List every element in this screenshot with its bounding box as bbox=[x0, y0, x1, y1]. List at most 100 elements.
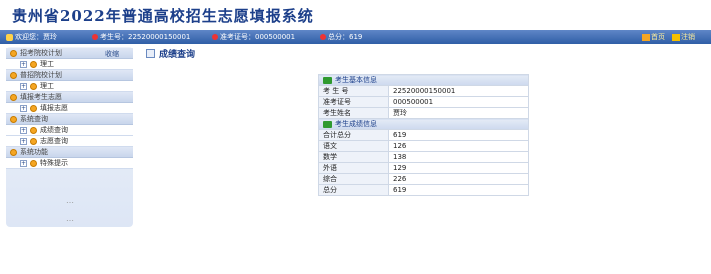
welcome-text: 欢迎您：贾玲 bbox=[15, 33, 57, 41]
row-value: 226 bbox=[388, 173, 529, 185]
row-value: 22520000150001 bbox=[388, 85, 529, 97]
scroll-handle[interactable]: … bbox=[66, 196, 74, 205]
table-row: 准考证号 000500001 bbox=[318, 96, 529, 108]
circle-icon bbox=[30, 82, 37, 90]
circle-icon bbox=[30, 126, 37, 134]
sidebar-group[interactable]: 系统查询 bbox=[6, 114, 133, 125]
circle-icon bbox=[10, 115, 17, 123]
circle-icon bbox=[10, 49, 17, 57]
sidebar-item[interactable]: + 理工 bbox=[6, 59, 133, 70]
section-title: 考生基本信息 bbox=[335, 76, 377, 84]
sidebar-item[interactable]: + 特殊提示 bbox=[6, 158, 133, 169]
row-value: 619 bbox=[388, 129, 529, 141]
score-table: 考生基本信息 考 生 号 22520000150001 准考证号 0005000… bbox=[318, 74, 529, 196]
sidebar-group-label: 填报考生志愿 bbox=[20, 93, 62, 101]
table-section-header: 考生基本信息 bbox=[318, 74, 529, 86]
row-value: 贾玲 bbox=[388, 107, 529, 119]
sidebar-group-label: 系统功能 bbox=[20, 148, 48, 156]
collapse-button[interactable]: 收缩 bbox=[105, 49, 119, 59]
sidebar-item-label: 理工 bbox=[40, 60, 54, 68]
score-label: 总分： bbox=[328, 33, 349, 41]
score-value: 619 bbox=[349, 33, 363, 41]
sidebar-item[interactable]: + 成绩查询 bbox=[6, 125, 133, 136]
circle-icon bbox=[10, 71, 17, 79]
circle-icon bbox=[30, 104, 37, 112]
circle-icon bbox=[10, 93, 17, 101]
section-arrow-icon bbox=[323, 120, 332, 128]
sidebar-item[interactable]: + 填报志愿 bbox=[6, 103, 133, 114]
table-row: 总分 619 bbox=[318, 184, 529, 196]
circle-icon bbox=[10, 148, 17, 156]
row-label: 数学 bbox=[318, 151, 389, 163]
exam-no-item: 考生号： 22520000150001 bbox=[92, 30, 190, 44]
user-icon bbox=[212, 34, 218, 40]
sidebar-group[interactable]: 填报考生志愿 bbox=[6, 92, 133, 103]
plus-icon: + bbox=[20, 82, 27, 90]
welcome-item: 欢迎您：贾玲 bbox=[6, 30, 57, 44]
bell-icon bbox=[6, 33, 13, 41]
sidebar-group[interactable]: 招考院校计划 收缩 bbox=[6, 48, 133, 59]
row-value: 619 bbox=[388, 184, 529, 196]
content-title-text: 成绩查询 bbox=[159, 50, 196, 60]
sidebar-item-label: 特殊提示 bbox=[40, 159, 68, 167]
section-title: 考生成绩信息 bbox=[335, 120, 377, 128]
row-value: 129 bbox=[388, 162, 529, 174]
table-row: 考生姓名 贾玲 bbox=[318, 107, 529, 119]
table-row: 语文 126 bbox=[318, 140, 529, 152]
id-no-item: 准考证号： 000500001 bbox=[212, 30, 295, 44]
key-icon bbox=[672, 33, 680, 41]
id-no-value: 000500001 bbox=[255, 33, 296, 41]
sidebar-group-label: 普招院校计划 bbox=[20, 71, 62, 79]
content-title: 成绩查询 bbox=[146, 47, 195, 60]
circle-icon bbox=[30, 159, 37, 167]
table-row: 数学 138 bbox=[318, 151, 529, 163]
row-value: 126 bbox=[388, 140, 529, 152]
table-section-header: 考生成绩信息 bbox=[318, 118, 529, 130]
row-value: 138 bbox=[388, 151, 529, 163]
sidebar-item[interactable]: + 理工 bbox=[6, 81, 133, 92]
plus-icon: + bbox=[20, 137, 27, 145]
home-link[interactable]: 首页 bbox=[642, 30, 665, 44]
scroll-handle[interactable]: … bbox=[66, 214, 74, 223]
sidebar-group-label: 招考院校计划 bbox=[20, 49, 62, 57]
table-row: 考 生 号 22520000150001 bbox=[318, 85, 529, 97]
sidebar-item-label: 理工 bbox=[40, 82, 54, 90]
id-no-label: 准考证号： bbox=[220, 33, 255, 41]
table-row: 合计总分 619 bbox=[318, 129, 529, 141]
table-row: 综合 226 bbox=[318, 173, 529, 185]
logout-label: 注销 bbox=[681, 33, 695, 41]
sidebar-menu: 招考院校计划 收缩 + 理工 普招院校计划 + 理工 填报考生志愿 + 填报志愿… bbox=[6, 48, 133, 223]
row-label: 合计总分 bbox=[318, 129, 389, 141]
logout-link[interactable]: 注销 bbox=[672, 30, 695, 44]
plus-icon: + bbox=[20, 126, 27, 134]
table-row: 外语 129 bbox=[318, 162, 529, 174]
sidebar-item-label: 志愿查询 bbox=[40, 137, 68, 145]
plus-icon: + bbox=[20, 104, 27, 112]
plus-icon: + bbox=[20, 159, 27, 167]
home-icon bbox=[642, 33, 650, 41]
exam-no-value: 22520000150001 bbox=[128, 33, 191, 41]
page-header: 贵州省2022年普通高校招生志愿填报系统 bbox=[0, 0, 711, 30]
row-label: 准考证号 bbox=[318, 96, 389, 108]
sidebar-group[interactable]: 普招院校计划 bbox=[6, 70, 133, 81]
user-icon bbox=[92, 34, 98, 40]
section-arrow-icon bbox=[323, 76, 332, 84]
sidebar-group[interactable]: 系统功能 bbox=[6, 147, 133, 158]
exam-no-label: 考生号： bbox=[100, 33, 128, 41]
user-icon bbox=[320, 34, 326, 40]
score-item: 总分： 619 bbox=[320, 30, 362, 44]
sidebar-item[interactable]: + 志愿查询 bbox=[6, 136, 133, 147]
page-title: 贵州省2022年普通高校招生志愿填报系统 bbox=[12, 7, 314, 25]
circle-icon bbox=[30, 60, 37, 68]
circle-icon bbox=[30, 137, 37, 145]
row-label: 总分 bbox=[318, 184, 389, 196]
document-icon bbox=[146, 49, 155, 58]
row-label: 外语 bbox=[318, 162, 389, 174]
sidebar-item-label: 成绩查询 bbox=[40, 126, 68, 134]
row-label: 考 生 号 bbox=[318, 85, 389, 97]
row-label: 考生姓名 bbox=[318, 107, 389, 119]
row-value: 000500001 bbox=[388, 96, 529, 108]
info-bar: 欢迎您：贾玲 考生号： 22520000150001 准考证号： 0005000… bbox=[0, 30, 711, 44]
sidebar-group-label: 系统查询 bbox=[20, 115, 48, 123]
home-label: 首页 bbox=[651, 33, 665, 41]
